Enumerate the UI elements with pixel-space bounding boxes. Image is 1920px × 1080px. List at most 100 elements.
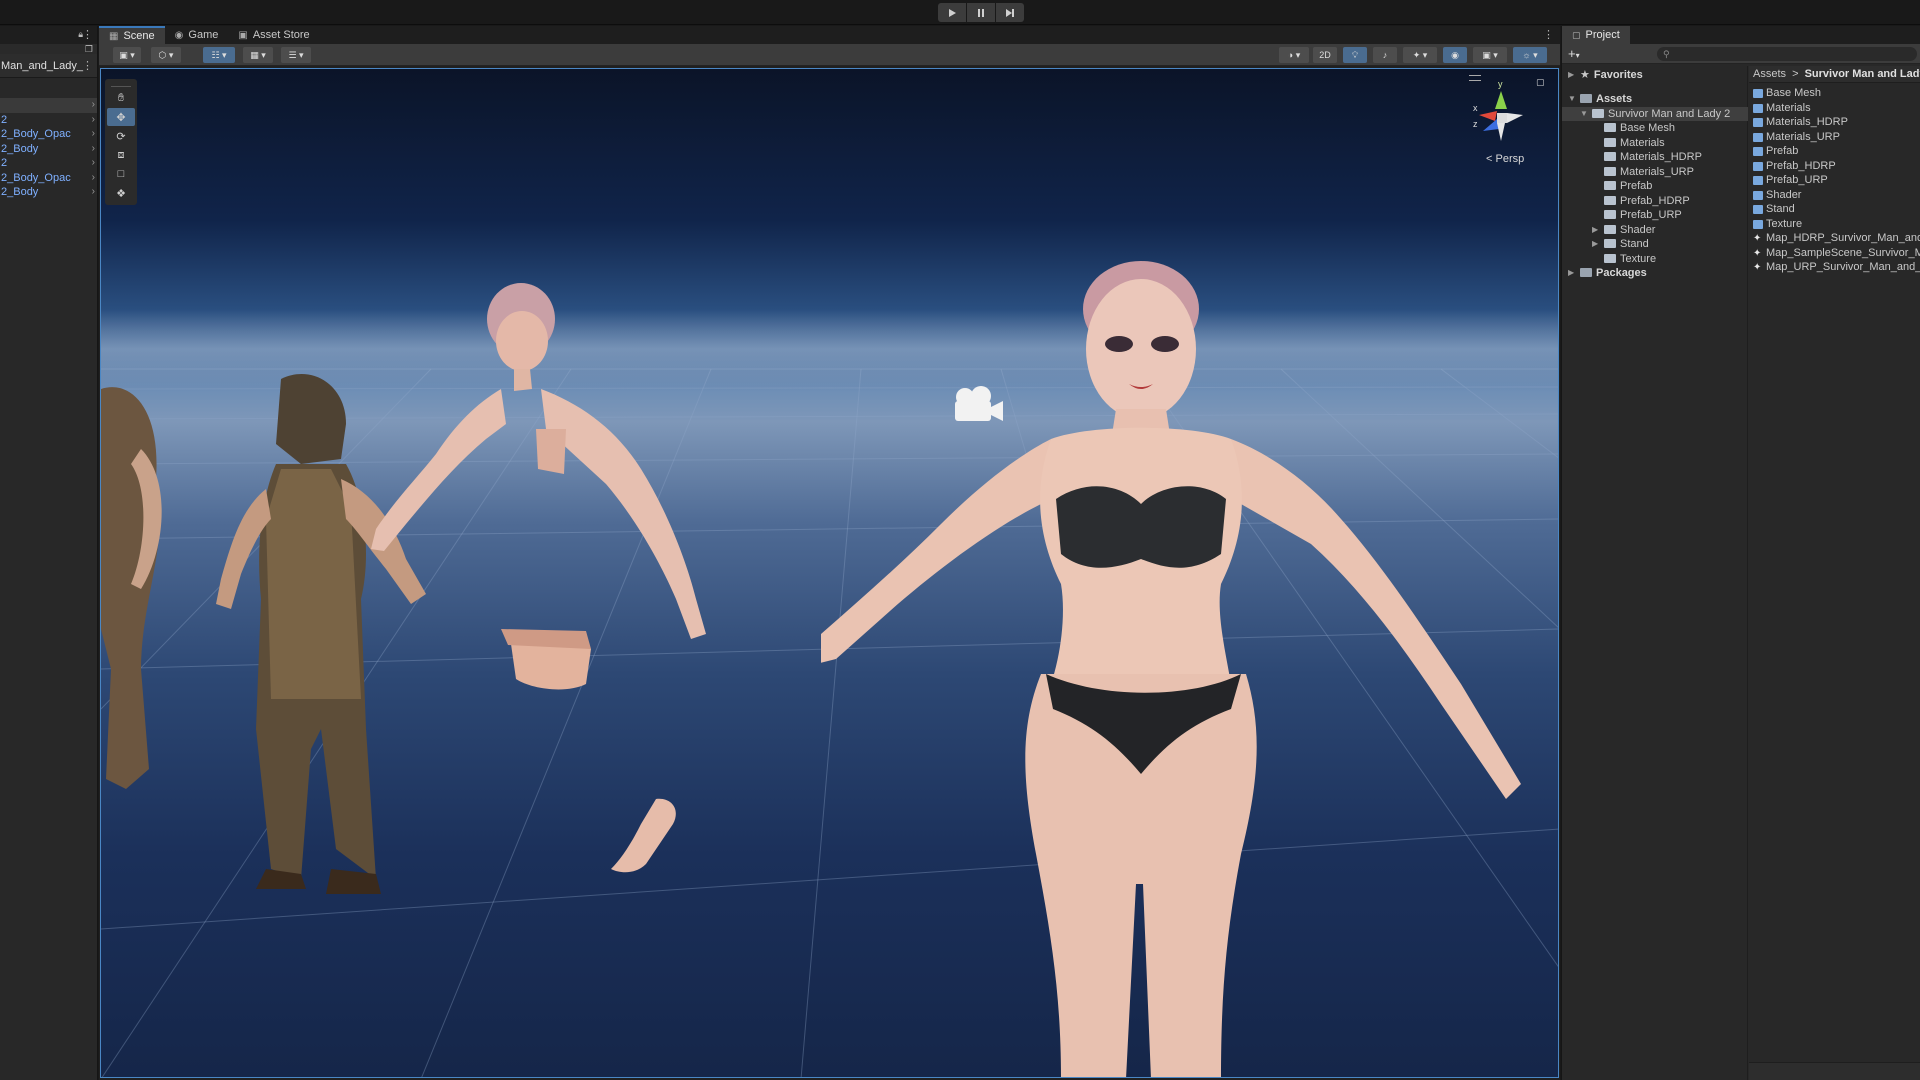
hand-tool-icon[interactable]: ✋︎ bbox=[107, 89, 135, 107]
asset-item-prefab-urp[interactable]: Prefab_URP bbox=[1749, 173, 1828, 188]
character-part-foot[interactable] bbox=[601, 789, 711, 879]
tree-item-favorites[interactable]: ▶ ★ Favorites bbox=[1568, 68, 1643, 83]
folder-icon bbox=[1604, 239, 1616, 248]
lock-icon[interactable]: ▢ bbox=[1536, 77, 1545, 88]
camera-settings-dropdown[interactable]: ▣ ▾ bbox=[1473, 47, 1507, 63]
palette-handle[interactable] bbox=[111, 81, 131, 87]
audio-toggle[interactable]: ♪ bbox=[1373, 47, 1397, 63]
folder-icon bbox=[1753, 219, 1763, 229]
tree-item-materials[interactable]: Materials bbox=[1604, 136, 1665, 151]
scale-tool-icon[interactable]: ⧈ bbox=[107, 146, 135, 164]
asset-item-prefab-hdrp[interactable]: Prefab_HDRP bbox=[1749, 159, 1836, 174]
folder-icon bbox=[1604, 253, 1616, 263]
tab-project[interactable]: ▢ Project bbox=[1562, 26, 1630, 44]
chevron-right-icon[interactable]: ▶ bbox=[1568, 68, 1574, 83]
chevron-right-icon[interactable]: ▶ bbox=[1592, 223, 1598, 238]
folder-icon bbox=[1604, 195, 1616, 205]
render-mode-dropdown[interactable]: ⬡ ▾ bbox=[151, 47, 181, 63]
tab-asset-store[interactable]: ▣ Asset Store bbox=[228, 26, 319, 44]
chevron-down-icon[interactable]: ▼ bbox=[1580, 107, 1588, 122]
effects-dropdown[interactable]: ✦ ▾ bbox=[1403, 47, 1437, 63]
orientation-gizmo[interactable]: y x z bbox=[1471, 77, 1531, 147]
more-options-icon[interactable]: ⋮ bbox=[1543, 28, 1554, 41]
chevron-right-icon[interactable]: › bbox=[92, 127, 95, 142]
chevron-right-icon[interactable]: › bbox=[92, 156, 95, 171]
tab-scene[interactable]: ▦ Scene bbox=[99, 26, 165, 44]
character-parts-arms-head[interactable] bbox=[336, 279, 756, 699]
tree-item-prefab-hdrp[interactable]: Prefab_HDRP bbox=[1604, 194, 1690, 209]
asset-item-scene-sample[interactable]: ✦Map_SampleScene_Survivor_Man_and_Lady_2 bbox=[1749, 246, 1920, 261]
breadcrumb-assets[interactable]: Assets bbox=[1753, 68, 1786, 80]
scene-menu-icon[interactable]: ⋮ bbox=[82, 59, 93, 72]
lighting-toggle[interactable]: 💡︎ bbox=[1343, 47, 1367, 63]
chevron-right-icon[interactable]: › bbox=[92, 142, 95, 157]
asset-item-base-mesh[interactable]: Base Mesh bbox=[1749, 86, 1821, 101]
chevron-down-icon[interactable]: ▼ bbox=[1568, 92, 1576, 107]
tree-item-packages[interactable]: ▶ Packages bbox=[1568, 266, 1647, 281]
chevron-right-icon[interactable]: › bbox=[92, 185, 95, 200]
tree-item-texture[interactable]: Texture bbox=[1604, 252, 1656, 267]
chevron-right-icon[interactable]: › bbox=[92, 171, 95, 186]
asset-item-scene-hdrp[interactable]: ✦Map_HDRP_Survivor_Man_and_Lady_2 bbox=[1749, 231, 1920, 246]
asset-item-materials-urp[interactable]: Materials_URP bbox=[1749, 130, 1840, 145]
tree-item-base-mesh[interactable]: Base Mesh bbox=[1604, 121, 1675, 136]
breadcrumb-separator: > bbox=[1792, 68, 1799, 80]
character-survivor-lady[interactable] bbox=[821, 254, 1559, 1078]
hierarchy-item[interactable]: 2 › bbox=[0, 113, 97, 128]
tree-item-stand[interactable]: ▶ Stand bbox=[1592, 237, 1649, 252]
chevron-right-icon[interactable]: › bbox=[92, 98, 95, 113]
asset-item-shader[interactable]: Shader bbox=[1749, 188, 1801, 203]
gizmo-x-label: x bbox=[1473, 103, 1478, 113]
rotate-tool-icon[interactable]: ⟳ bbox=[107, 127, 135, 145]
tree-item-prefab[interactable]: Prefab bbox=[1604, 179, 1652, 194]
shading-mode-dropdown[interactable]: ◑ ▾ bbox=[1279, 47, 1309, 63]
chevron-right-icon[interactable]: › bbox=[92, 113, 95, 128]
asset-item-texture[interactable]: Texture bbox=[1749, 217, 1802, 232]
grid-visibility-dropdown[interactable]: ▦ ▾ bbox=[243, 47, 273, 63]
chevron-right-icon[interactable]: ▶ bbox=[1592, 237, 1598, 252]
more-options-icon[interactable]: ⋮ bbox=[82, 28, 93, 41]
rect-tool-icon[interactable]: □ bbox=[107, 165, 135, 183]
play-button[interactable] bbox=[938, 3, 966, 22]
tab-game[interactable]: ◉ Game bbox=[165, 26, 229, 44]
tree-item-materials-urp[interactable]: Materials_URP bbox=[1604, 165, 1694, 180]
scene-title-row[interactable]: Man_and_Lady_ ⋮ bbox=[0, 54, 97, 78]
asset-item-prefab[interactable]: Prefab bbox=[1749, 144, 1798, 159]
hierarchy-item[interactable]: 2_Body_Opac › bbox=[0, 127, 97, 142]
hierarchy-item[interactable]: › bbox=[0, 98, 97, 113]
search-input[interactable]: ⚲ bbox=[1657, 47, 1917, 61]
increment-snap-dropdown[interactable]: ☰ ▾ bbox=[281, 47, 311, 63]
hierarchy-item[interactable]: 2_Body › bbox=[0, 185, 97, 200]
draw-mode-dropdown[interactable]: ▣ ▾ bbox=[113, 47, 141, 63]
gizmos-dropdown[interactable]: ☼ ▾ bbox=[1513, 47, 1547, 63]
asset-item-materials-hdrp[interactable]: Materials_HDRP bbox=[1749, 115, 1848, 130]
step-button[interactable] bbox=[996, 3, 1024, 22]
asset-item-stand[interactable]: Stand bbox=[1749, 202, 1795, 217]
add-asset-button[interactable]: +▾ bbox=[1568, 46, 1580, 61]
hierarchy-item[interactable]: 2_Body_Opac › bbox=[0, 171, 97, 186]
folder-icon: ▢ bbox=[1572, 29, 1581, 40]
tree-item-assets[interactable]: ▼ Assets bbox=[1568, 92, 1632, 107]
scene-viewport[interactable]: ✋︎ ✥ ⟳ ⧈ □ ❖ ▢ y x z < Persp bbox=[100, 68, 1559, 1078]
hierarchy-item[interactable]: 2 › bbox=[0, 156, 97, 171]
folder-icon bbox=[1604, 166, 1616, 176]
toggle-2d-button[interactable]: 2D bbox=[1313, 47, 1337, 63]
tree-item-survivor-man-and-lady-2[interactable]: ▼ Survivor Man and Lady 2 bbox=[1562, 106, 1748, 122]
chevron-right-icon[interactable]: ▶ bbox=[1568, 266, 1574, 281]
folder-icon bbox=[1753, 147, 1763, 156]
tree-item-shader[interactable]: ▶ Shader bbox=[1592, 223, 1655, 238]
tree-item-prefab-urp[interactable]: Prefab_URP bbox=[1604, 208, 1682, 223]
transform-tool-icon[interactable]: ❖ bbox=[107, 184, 135, 202]
hierarchy-item[interactable]: 2_Body › bbox=[0, 142, 97, 157]
pause-button[interactable] bbox=[967, 3, 995, 22]
tree-item-materials-hdrp[interactable]: Materials_HDRP bbox=[1604, 150, 1702, 165]
asset-item-scene-urp[interactable]: ✦Map_URP_Survivor_Man_and_Lady_2 bbox=[1749, 260, 1920, 275]
hidden-objects-toggle[interactable]: ◉ bbox=[1443, 47, 1467, 63]
scene-title: Man_and_Lady_ bbox=[1, 59, 83, 72]
move-tool-icon[interactable]: ✥ bbox=[107, 108, 135, 126]
asset-item-materials[interactable]: Materials bbox=[1749, 101, 1811, 116]
camera-icon[interactable] bbox=[951, 385, 1007, 425]
projection-toggle[interactable]: < Persp bbox=[1486, 153, 1524, 165]
breadcrumb-current[interactable]: Survivor Man and Lady 2 bbox=[1805, 68, 1920, 80]
grid-snapping-dropdown[interactable]: ☷ ▾ bbox=[203, 47, 235, 63]
